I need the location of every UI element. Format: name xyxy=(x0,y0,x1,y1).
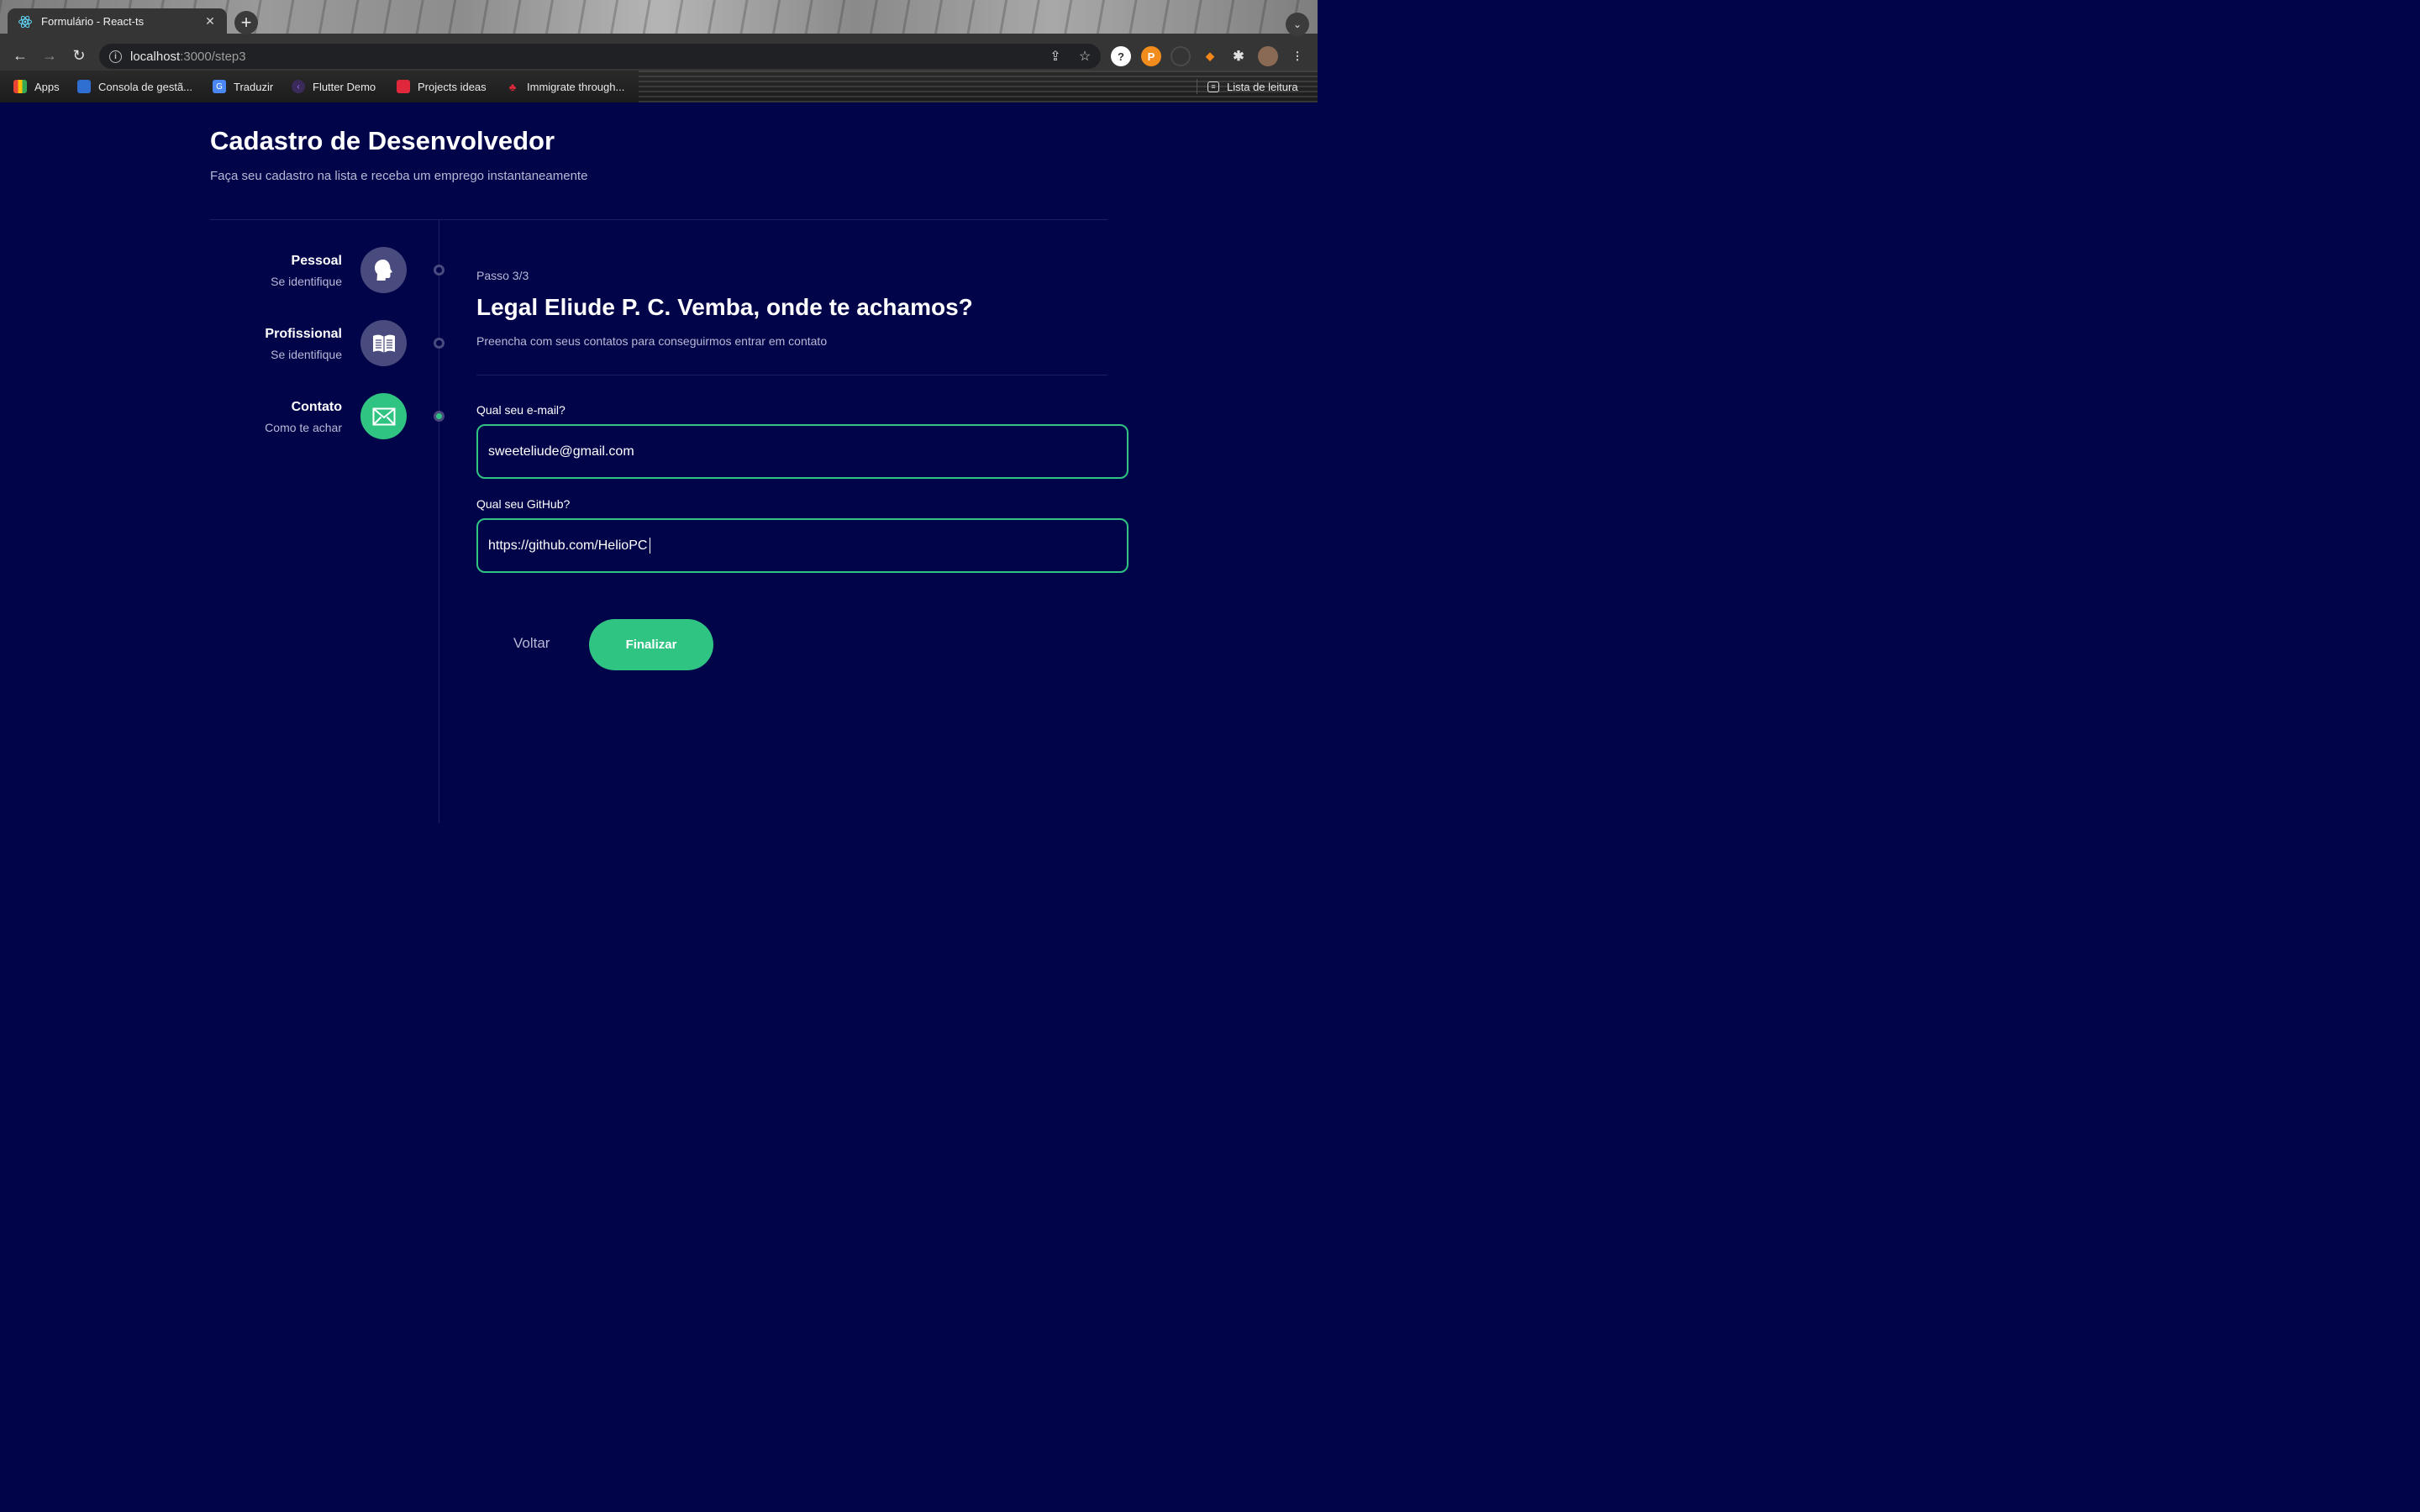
step-contato[interactable]: Contato Como te achar xyxy=(210,393,445,440)
step-dot-active xyxy=(434,411,445,422)
profile-avatar[interactable] xyxy=(1258,46,1278,66)
translate-icon: G xyxy=(213,80,226,93)
menu-kebab-icon[interactable]: ⋮ xyxy=(1287,46,1307,66)
bookmark-consola[interactable]: Consola de gestã... xyxy=(77,79,192,94)
mail-icon xyxy=(372,407,395,425)
page-subtitle: Faça seu cadastro na lista e receba um e… xyxy=(210,169,588,183)
step-subtitle: Se identifique xyxy=(271,275,342,288)
bookmark-apps[interactable]: Apps xyxy=(13,79,60,94)
site-info-icon[interactable]: i xyxy=(109,50,122,63)
step-title: Contato xyxy=(291,400,342,414)
apps-grid-icon xyxy=(13,80,27,93)
github-field[interactable] xyxy=(476,518,1128,573)
bookmark-traduzir[interactable]: G Traduzir xyxy=(213,79,273,94)
step-dot xyxy=(434,338,445,349)
puzzle-extensions-icon[interactable]: ✱ xyxy=(1228,46,1249,66)
finish-button[interactable]: Finalizar xyxy=(589,619,713,670)
step-counter: Passo 3/3 xyxy=(476,269,529,282)
back-button[interactable]: Voltar xyxy=(513,635,550,652)
page-title: Cadastro de Desenvolvedor xyxy=(210,126,555,155)
step-icon-circle xyxy=(360,247,407,293)
tab-title: Formulário - React-ts xyxy=(41,15,145,28)
new-tab-button[interactable]: + xyxy=(234,11,258,34)
form-title: Legal Eliude P. C. Vemba, onde te achamo… xyxy=(476,294,973,320)
step-subtitle: Como te achar xyxy=(265,421,342,434)
reading-list-icon: ≡ xyxy=(1207,81,1219,92)
projects-icon xyxy=(397,80,410,93)
p-extension-icon[interactable]: P xyxy=(1141,46,1161,66)
form-subtitle: Preencha com seus contatos para consegui… xyxy=(476,334,828,348)
circle-extension-icon[interactable] xyxy=(1171,46,1191,66)
react-icon xyxy=(18,15,32,28)
step-icon-circle-active xyxy=(360,393,407,439)
person-icon xyxy=(374,259,392,281)
step-subtitle: Se identifique xyxy=(271,348,342,361)
bookmarks-bar xyxy=(0,71,1318,102)
help-extension-icon[interactable]: ? xyxy=(1111,46,1131,66)
share-icon[interactable]: ⇪ xyxy=(1047,48,1064,65)
url-text: localhost:3000/step3 xyxy=(130,49,246,64)
step-icon-circle xyxy=(360,320,407,366)
bookmark-flutter-demo[interactable]: ‹ Flutter Demo xyxy=(292,79,376,94)
email-field[interactable] xyxy=(476,424,1128,479)
fox-extension-icon[interactable]: ◆ xyxy=(1200,46,1220,66)
reload-icon[interactable]: ↻ xyxy=(69,45,89,66)
step-dot xyxy=(434,265,445,276)
back-arrow-icon[interactable]: ← xyxy=(10,45,30,66)
close-tab-icon[interactable]: ✕ xyxy=(203,14,217,29)
bookmark-immigrate[interactable]: ♣ Immigrate through... xyxy=(506,79,625,94)
address-bar[interactable]: i localhost:3000/step3 xyxy=(99,44,1101,69)
book-icon xyxy=(372,334,395,353)
header-divider xyxy=(210,219,1107,220)
bookmark-star-icon[interactable]: ☆ xyxy=(1076,48,1093,65)
forward-arrow-icon[interactable]: → xyxy=(39,45,60,66)
azure-icon xyxy=(77,80,91,93)
email-label: Qual seu e-mail? xyxy=(476,403,566,417)
step-profissional[interactable]: Profissional Se identifique xyxy=(210,320,445,367)
step-pessoal[interactable]: Pessoal Se identifique xyxy=(210,247,445,294)
step-title: Pessoal xyxy=(291,254,342,268)
bookmark-projects-ideas[interactable]: Projects ideas xyxy=(397,79,487,94)
flutter-icon: ‹ xyxy=(292,80,305,93)
reading-list-button[interactable]: ≡ Lista de leitura xyxy=(1197,79,1298,94)
step-title: Profissional xyxy=(265,327,342,341)
tab-search-button[interactable]: ⌄ xyxy=(1286,13,1309,36)
github-label: Qual seu GitHub? xyxy=(476,497,571,511)
maple-leaf-icon: ♣ xyxy=(508,80,517,93)
browser-tab[interactable]: Formulário - React-ts ✕ xyxy=(8,8,227,34)
